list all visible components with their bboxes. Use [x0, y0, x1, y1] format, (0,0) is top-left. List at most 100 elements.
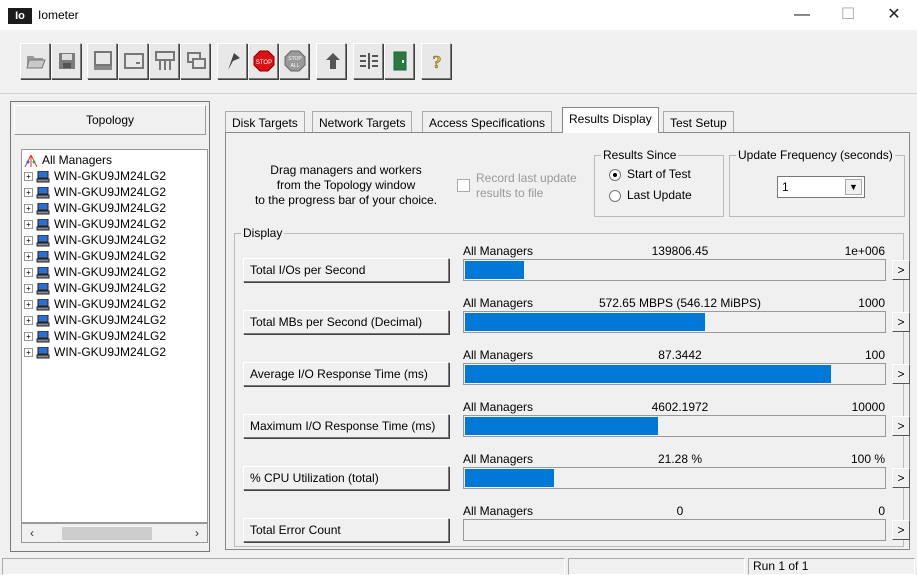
computer-icon: [36, 346, 50, 359]
chevron-down-icon[interactable]: ▼: [845, 179, 862, 195]
metric-more-button[interactable]: >: [892, 260, 910, 280]
minimize-button[interactable]: —: [779, 0, 825, 30]
metric-select-button[interactable]: Total Error Count: [243, 518, 449, 542]
scrollbar-thumb[interactable]: [62, 527, 152, 540]
metric-more-button[interactable]: >: [892, 364, 910, 384]
update-frequency-select[interactable]: 1 ▼: [777, 176, 865, 198]
stop-all-button[interactable]: STOP ALL: [279, 43, 309, 79]
save-config-button[interactable]: [51, 43, 81, 79]
metric-bar-track[interactable]: [463, 467, 886, 489]
metric-select-button[interactable]: Maximum I/O Response Time (ms): [243, 414, 449, 438]
update-frequency-value: 1: [782, 180, 789, 194]
scroll-right-arrow-icon[interactable]: ›: [188, 525, 206, 541]
open-config-button[interactable]: [20, 43, 50, 79]
svg-text:STOP: STOP: [256, 60, 272, 66]
tree-item-manager[interactable]: + WIN-GKU9JM24LG2: [24, 184, 166, 200]
expand-plus-icon[interactable]: +: [24, 172, 33, 182]
metric-max: 100: [864, 348, 885, 362]
status-cell-main: [2, 558, 565, 575]
metric-select-button[interactable]: % CPU Utilization (total): [243, 466, 449, 490]
computer-icon: [36, 282, 50, 295]
duplicate-worker-button[interactable]: [180, 43, 210, 79]
expand-plus-icon[interactable]: +: [24, 316, 33, 326]
maximize-button[interactable]: ☐: [825, 0, 871, 30]
start-of-test-label: Start of Test: [627, 167, 691, 181]
tree-item-manager[interactable]: + WIN-GKU9JM24LG2: [24, 344, 166, 360]
expand-plus-icon[interactable]: +: [24, 252, 33, 262]
close-button[interactable]: ✕: [871, 0, 917, 30]
disconnect-icon: [360, 53, 378, 69]
metric-more-button[interactable]: >: [892, 468, 910, 488]
tree-root-all-managers[interactable]: All Managers: [24, 152, 112, 168]
tree-item-manager[interactable]: + WIN-GKU9JM24LG2: [24, 168, 166, 184]
metric-value: 87.3442: [658, 348, 702, 362]
record-results-checkbox[interactable]: [457, 179, 470, 192]
expand-plus-icon[interactable]: +: [24, 300, 33, 310]
metric-max: 100 %: [850, 452, 885, 466]
metric-bar-track[interactable]: [463, 311, 886, 333]
about-button[interactable]: ?: [421, 43, 451, 79]
horizontal-scrollbar[interactable]: ‹ ›: [21, 523, 208, 543]
new-network-worker-button[interactable]: [149, 43, 179, 79]
tab-disk-targets[interactable]: Disk Targets: [225, 111, 305, 133]
expand-plus-icon[interactable]: +: [24, 332, 33, 342]
tab-access-specifications[interactable]: Access Specifications: [422, 111, 553, 133]
start-of-test-radio[interactable]: [609, 169, 621, 181]
expand-plus-icon[interactable]: +: [24, 204, 33, 214]
tree-item-manager[interactable]: + WIN-GKU9JM24LG2: [24, 200, 166, 216]
metric-bar-track[interactable]: [463, 259, 886, 281]
new-disk-worker-button[interactable]: [118, 43, 148, 79]
manager-name: WIN-GKU9JM24LG2: [54, 233, 167, 247]
last-update-radio[interactable]: [609, 190, 621, 202]
new-manager-button[interactable]: [87, 43, 117, 79]
reset-workers-button[interactable]: [316, 43, 346, 79]
scroll-left-arrow-icon[interactable]: ‹: [23, 525, 41, 541]
metric-bar-track[interactable]: [463, 363, 886, 385]
last-update-label: Last Update: [627, 188, 692, 202]
exit-button[interactable]: [384, 43, 414, 79]
metric-select-button[interactable]: Total I/Os per Second: [243, 258, 449, 282]
reset-arrow-icon: [326, 53, 340, 69]
computer-icon: [36, 330, 50, 343]
metric-more-button[interactable]: >: [892, 416, 910, 436]
update-frequency-group: Update Frequency (seconds) 1 ▼: [729, 148, 905, 217]
expand-plus-icon[interactable]: +: [24, 188, 33, 198]
tab-results-display[interactable]: Results Display: [562, 107, 659, 133]
metric-select-button[interactable]: Average I/O Response Time (ms): [243, 362, 449, 386]
tree-item-manager[interactable]: + WIN-GKU9JM24LG2: [24, 248, 166, 264]
tree-item-manager[interactable]: + WIN-GKU9JM24LG2: [24, 280, 166, 296]
drag-text-line: Drag managers and workers: [270, 163, 422, 177]
metric-source: All Managers: [463, 348, 534, 362]
metric-select-button[interactable]: Total MBs per Second (Decimal): [243, 310, 449, 334]
expand-plus-icon[interactable]: +: [24, 348, 33, 358]
tree-item-manager[interactable]: + WIN-GKU9JM24LG2: [24, 232, 166, 248]
computer-icon: [36, 170, 50, 183]
stop-icon: STOP: [253, 50, 275, 72]
tree-item-manager[interactable]: + WIN-GKU9JM24LG2: [24, 312, 166, 328]
computer-icon: [36, 186, 50, 199]
expand-plus-icon[interactable]: +: [24, 236, 33, 246]
stop-button[interactable]: STOP: [248, 43, 278, 79]
flag-icon: [228, 53, 240, 70]
app-icon: Io: [8, 8, 32, 24]
expand-plus-icon[interactable]: +: [24, 268, 33, 278]
metric-more-button[interactable]: >: [892, 312, 910, 332]
tree-item-manager[interactable]: + WIN-GKU9JM24LG2: [24, 328, 166, 344]
disk-worker-icon: [124, 53, 144, 69]
tree-item-manager[interactable]: + WIN-GKU9JM24LG2: [24, 216, 166, 232]
status-cell-middle: [568, 558, 745, 575]
metric-source: All Managers: [463, 504, 534, 518]
tree-item-manager[interactable]: + WIN-GKU9JM24LG2: [24, 264, 166, 280]
drag-text-line: from the Topology window: [276, 178, 416, 192]
disconnect-button[interactable]: [353, 43, 383, 79]
exit-door-icon: [393, 51, 407, 71]
tree-item-manager[interactable]: + WIN-GKU9JM24LG2: [24, 296, 166, 312]
tab-test-setup[interactable]: Test Setup: [663, 111, 734, 133]
metric-bar-track[interactable]: [463, 415, 886, 437]
start-tests-button[interactable]: [217, 43, 247, 79]
metric-bar-track[interactable]: [463, 519, 886, 541]
metric-more-button[interactable]: >: [892, 520, 910, 540]
expand-plus-icon[interactable]: +: [24, 284, 33, 294]
tab-network-targets[interactable]: Network Targets: [312, 111, 413, 133]
expand-plus-icon[interactable]: +: [24, 220, 33, 230]
